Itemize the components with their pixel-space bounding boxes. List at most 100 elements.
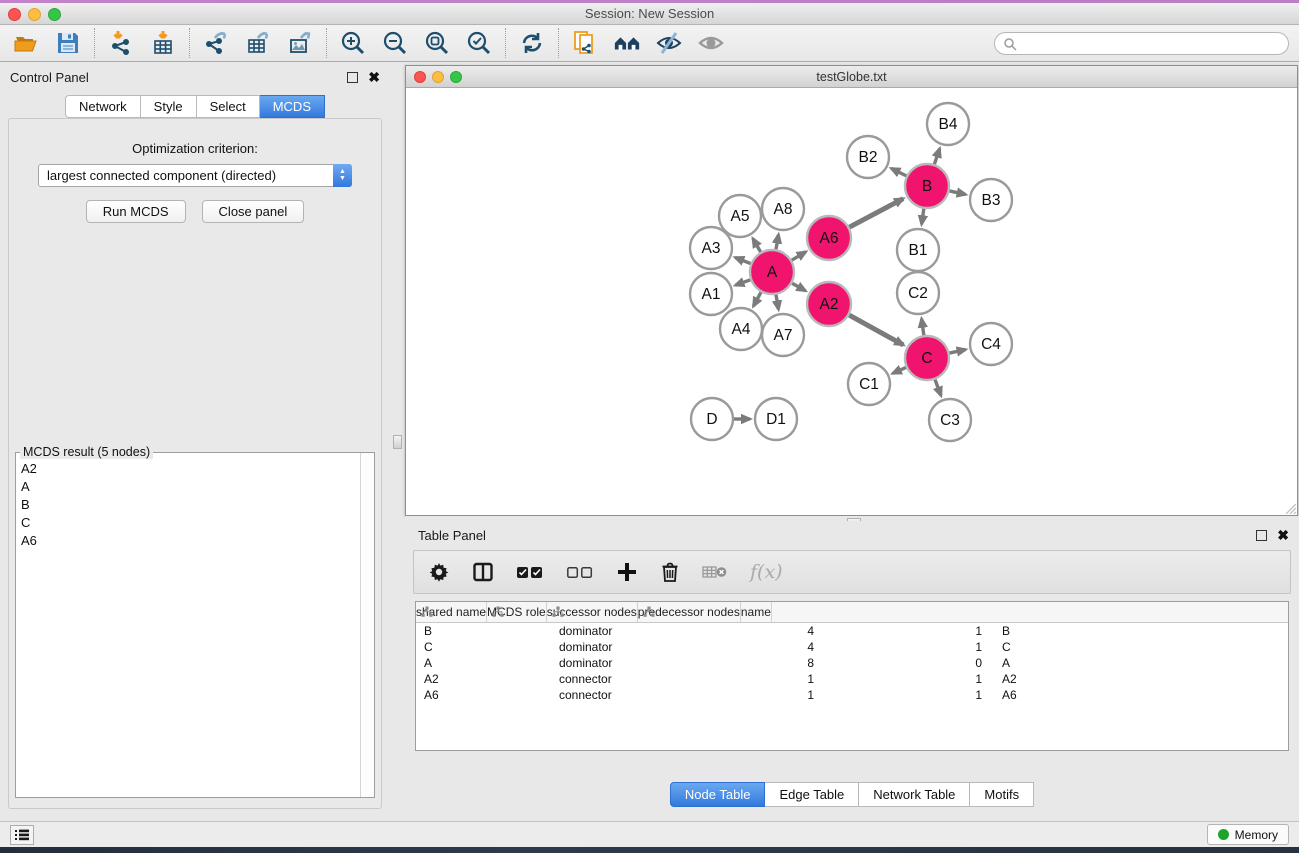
task-history-button[interactable] — [10, 825, 34, 845]
cell-successor-nodes[interactable]: 4 — [676, 640, 826, 654]
graph-edge-A-A6[interactable] — [792, 252, 806, 260]
unselect-all-columns-icon[interactable] — [566, 564, 594, 580]
cell-predecessor-nodes[interactable]: 1 — [826, 672, 994, 686]
criterion-select[interactable]: largest connected component (directed) ▲… — [38, 164, 352, 187]
cell-name[interactable]: A6 — [994, 688, 1076, 702]
save-session-icon[interactable] — [54, 29, 82, 57]
control-panel-tab[interactable]: Network — [65, 95, 141, 118]
window-resize-grip[interactable] — [1283, 501, 1296, 514]
birds-eye-view-icon[interactable] — [613, 29, 641, 57]
import-network-icon[interactable] — [107, 29, 135, 57]
show-graphics-details-icon[interactable] — [697, 29, 725, 57]
splitter-grip[interactable] — [393, 435, 402, 449]
select-all-columns-icon[interactable] — [516, 564, 544, 580]
graph-svg[interactable]: B4B2BB3B1C2A5A8A3A6AA1A4A7A2CC4C1C3DD1 — [406, 88, 1297, 515]
table-row[interactable]: C dominator 4 1 C — [416, 639, 1288, 655]
cell-shared-name[interactable]: A — [416, 656, 551, 670]
graph-edge-A-A8[interactable] — [776, 235, 779, 250]
cell-name[interactable]: B — [994, 624, 1076, 638]
mcds-result-item[interactable]: A — [17, 477, 359, 495]
column-header[interactable]: name — [741, 602, 772, 622]
mcds-result-list[interactable]: A2 A B C A6 — [17, 459, 359, 796]
graph-edge-C-C1[interactable] — [893, 367, 906, 373]
control-panel-tab[interactable]: MCDS — [260, 95, 325, 118]
graph-edge-A-A4[interactable] — [753, 292, 761, 306]
cell-mcds-role[interactable]: connector — [551, 672, 676, 686]
apply-layout-icon[interactable] — [518, 29, 546, 57]
cell-predecessor-nodes[interactable]: 1 — [826, 640, 994, 654]
cell-mcds-role[interactable]: dominator — [551, 640, 676, 654]
column-header[interactable]: predecessor nodes — [638, 602, 741, 622]
table-options-icon[interactable] — [428, 561, 450, 583]
show-column-icon[interactable] — [472, 561, 494, 583]
cell-shared-name[interactable]: C — [416, 640, 551, 654]
cell-successor-nodes[interactable]: 8 — [676, 656, 826, 670]
mcds-result-item[interactable]: C — [17, 513, 359, 531]
cell-successor-nodes[interactable]: 4 — [676, 624, 826, 638]
graph-edge-A-A7[interactable] — [776, 295, 779, 310]
table-tab[interactable]: Network Table — [859, 782, 970, 807]
control-panel-tab[interactable]: Select — [197, 95, 260, 118]
table-row[interactable]: A2 connector 1 1 A2 — [416, 671, 1288, 687]
cell-shared-name[interactable]: B — [416, 624, 551, 638]
cell-successor-nodes[interactable]: 1 — [676, 688, 826, 702]
graph-edge-B-B1[interactable] — [922, 209, 924, 224]
cell-predecessor-nodes[interactable]: 0 — [826, 656, 994, 670]
table-row[interactable]: B dominator 4 1 B — [416, 623, 1288, 639]
column-header[interactable]: successor nodes — [547, 602, 638, 622]
table-row[interactable]: A6 connector 1 1 A6 — [416, 687, 1288, 703]
cell-successor-nodes[interactable]: 1 — [676, 672, 826, 686]
mcds-result-item[interactable]: A6 — [17, 531, 359, 549]
cell-shared-name[interactable]: A6 — [416, 688, 551, 702]
table-row[interactable]: A dominator 8 0 A — [416, 655, 1288, 671]
zoom-fit-icon[interactable] — [423, 29, 451, 57]
table-tab[interactable]: Motifs — [970, 782, 1034, 807]
table-tab[interactable]: Node Table — [670, 782, 766, 807]
float-panel-icon[interactable] — [1256, 530, 1267, 541]
zoom-in-icon[interactable] — [339, 29, 367, 57]
close-panel-icon[interactable]: ✖ — [1277, 530, 1289, 541]
graph-edge-B-B4[interactable] — [934, 149, 939, 165]
export-table-icon[interactable] — [244, 29, 272, 57]
cell-mcds-role[interactable]: dominator — [551, 624, 676, 638]
clone-network-icon[interactable] — [571, 29, 599, 57]
run-mcds-button[interactable]: Run MCDS — [86, 200, 186, 223]
column-header[interactable]: MCDS role — [487, 602, 547, 622]
mcds-result-item[interactable]: B — [17, 495, 359, 513]
delete-table-icon[interactable] — [702, 563, 728, 581]
export-image-icon[interactable] — [286, 29, 314, 57]
delete-column-icon[interactable] — [660, 561, 680, 583]
graph-edge-C-C2[interactable] — [922, 319, 924, 335]
graph-edge-A2-C[interactable] — [849, 315, 903, 345]
function-builder-icon[interactable]: f(x) — [750, 561, 783, 583]
graph-edge-A-A2[interactable] — [792, 283, 805, 291]
network-window-titlebar[interactable]: testGlobe.txt — [406, 66, 1297, 88]
mcds-result-item[interactable]: A2 — [17, 459, 359, 477]
graph-edge-A6-B[interactable] — [849, 199, 903, 228]
cell-mcds-role[interactable]: connector — [551, 688, 676, 702]
result-list-scrollbar[interactable] — [360, 453, 374, 797]
memory-button[interactable]: Memory — [1207, 824, 1289, 845]
close-panel-icon[interactable]: ✖ — [368, 72, 380, 83]
node-table[interactable]: shared name MCDS role successor nodes — [415, 601, 1289, 751]
graph-edge-A-A5[interactable] — [753, 239, 761, 252]
cell-shared-name[interactable]: A2 — [416, 672, 551, 686]
zoom-out-icon[interactable] — [381, 29, 409, 57]
hide-graphics-details-icon[interactable] — [655, 29, 683, 57]
column-header[interactable]: shared name — [416, 602, 487, 622]
search-box[interactable] — [994, 32, 1289, 55]
close-panel-button[interactable]: Close panel — [202, 200, 305, 223]
cell-name[interactable]: A2 — [994, 672, 1076, 686]
search-input[interactable] — [1017, 37, 1280, 51]
add-column-icon[interactable] — [616, 561, 638, 583]
cell-mcds-role[interactable]: dominator — [551, 656, 676, 670]
open-file-icon[interactable] — [12, 29, 40, 57]
graph-edge-B-B2[interactable] — [891, 168, 906, 175]
cell-name[interactable]: A — [994, 656, 1076, 670]
control-panel-tab[interactable]: Style — [141, 95, 197, 118]
graph-edge-B-B3[interactable] — [949, 191, 965, 195]
graph-edge-C-C4[interactable] — [949, 350, 965, 354]
import-table-icon[interactable] — [149, 29, 177, 57]
float-panel-icon[interactable] — [347, 72, 358, 83]
cell-name[interactable]: C — [994, 640, 1076, 654]
